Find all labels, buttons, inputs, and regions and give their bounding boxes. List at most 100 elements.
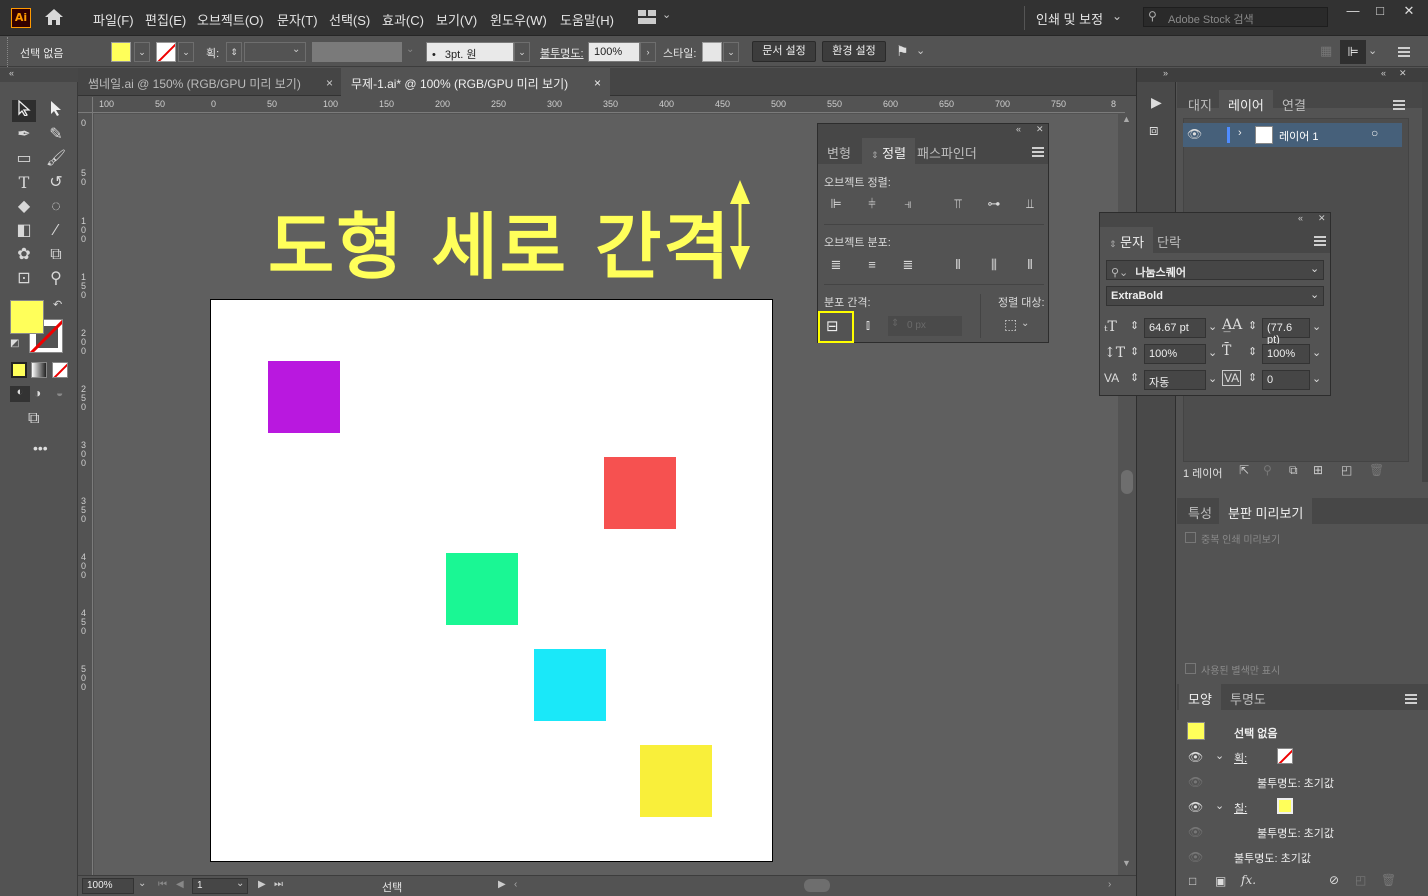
document-setup-button[interactable]: 문서 설정 (752, 41, 816, 62)
workspace-switcher[interactable]: 인쇄 및 보정 (1036, 9, 1103, 28)
trash-icon[interactable]: 🗑 (1369, 463, 1384, 477)
chevron-down-icon[interactable]: ⌄ (406, 44, 414, 55)
vertical-scale-field[interactable]: 100% (1144, 344, 1206, 364)
visibility-eye-icon[interactable]: 👁 (1188, 825, 1203, 839)
none-mode-icon[interactable] (52, 362, 68, 378)
tab-paragraph[interactable]: 단락 (1148, 227, 1190, 253)
stroke-opacity-row[interactable]: 불투명도: 초기값 (1257, 775, 1334, 791)
layer-name[interactable]: 레이어 1 (1279, 128, 1319, 144)
close-icon[interactable]: ✕ (1396, 4, 1422, 20)
leading-stepper[interactable]: ⇕ (1248, 319, 1257, 332)
fill-opacity-row[interactable]: 불투명도: 초기값 (1257, 825, 1334, 841)
play-action-icon[interactable]: ▶ (1151, 94, 1162, 111)
target-icon[interactable]: ○ (1371, 126, 1378, 140)
direct-selection-tool-icon[interactable] (44, 100, 68, 122)
collapse-icon[interactable]: « (1016, 124, 1021, 134)
screen-mode-icon[interactable]: ⧉ (28, 410, 39, 428)
eraser-tool-icon[interactable]: ◆ (12, 196, 36, 218)
fill-color-box[interactable] (10, 300, 44, 334)
chevron-down-icon[interactable]: ⌄ (1112, 9, 1122, 23)
add-fill-icon[interactable]: ▣ (1215, 874, 1226, 888)
layer-row[interactable]: 👁 › 레이어 1 ○ (1183, 123, 1402, 147)
align-horizontal-center-icon[interactable]: ⫩ (862, 194, 882, 214)
add-stroke-icon[interactable]: □ (1189, 874, 1196, 888)
horizontal-ruler[interactable]: 100 50 0 50 100 150 200 250 300 350 400 … (93, 97, 1125, 113)
status-menu-icon[interactable]: ▶ (498, 879, 506, 890)
variable-width-profile[interactable] (312, 42, 402, 62)
collapse-icon[interactable]: « (1298, 213, 1303, 223)
tab-links[interactable]: 연결 (1273, 90, 1315, 116)
tracking-stepper[interactable]: ⇕ (1248, 371, 1257, 384)
warp-tool-icon[interactable]: ◌ (44, 196, 68, 218)
visibility-eye-icon[interactable]: 👁 (1188, 800, 1203, 814)
select-similar-icon[interactable]: ⚑ (896, 43, 909, 60)
draw-inside-icon[interactable]: ◒ (56, 386, 63, 400)
distribute-bottom-icon[interactable]: ≣ (898, 255, 918, 275)
tab-separations-preview[interactable]: 분판 미리보기 (1219, 498, 1313, 524)
menu-help[interactable]: 도움말(H) (560, 10, 614, 29)
graphic-style-swatch[interactable] (702, 42, 722, 62)
trash-icon[interactable]: 🗑 (1381, 873, 1396, 887)
align-grid-icon[interactable]: ▦ (1320, 43, 1332, 59)
chevron-down-icon[interactable]: ⌄ (1312, 320, 1321, 333)
home-icon[interactable] (44, 8, 64, 26)
fill-swatch[interactable] (111, 42, 131, 62)
chevron-right-icon[interactable]: › (640, 42, 656, 62)
tab-appearance[interactable]: 모양 (1179, 684, 1221, 710)
kerning-stepper[interactable]: ⇕ (1130, 371, 1139, 384)
new-sublayer-icon[interactable]: ⊞ (1313, 463, 1323, 477)
stock-search-box[interactable]: ⚲ Adobe Stock 검색 (1143, 7, 1328, 27)
leading-field[interactable]: (77.6 pt) (1262, 318, 1310, 346)
chevron-down-icon[interactable]: ⌄ (1312, 372, 1321, 385)
preferences-button[interactable]: 환경 설정 (822, 41, 886, 62)
chevron-down-icon[interactable]: ⌄ (916, 44, 925, 57)
panel-menu-icon[interactable] (1393, 100, 1405, 110)
stroke-row-label[interactable]: 획: (1234, 750, 1247, 766)
red-square[interactable] (604, 457, 676, 529)
menu-window[interactable]: 윈도우(W) (490, 10, 547, 29)
cyan-square[interactable] (534, 649, 606, 721)
prev-artboard-icon[interactable]: ◀ (176, 879, 184, 890)
green-square[interactable] (446, 553, 518, 625)
scroll-left-icon[interactable]: ‹ (514, 879, 517, 890)
curvature-tool-icon[interactable]: ✎ (44, 124, 68, 146)
scroll-thumb[interactable] (1121, 470, 1133, 494)
menu-select[interactable]: 선택(S) (329, 10, 370, 29)
scroll-up-icon[interactable]: ▲ (1122, 114, 1131, 124)
chevron-down-icon[interactable]: ⌄ (1310, 262, 1319, 275)
align-panel-icon[interactable]: ⊫ (1340, 40, 1366, 64)
last-artboard-icon[interactable]: ⏭ (274, 879, 283, 890)
clear-appearance-icon[interactable]: ⊘ (1329, 873, 1339, 887)
font-size-field[interactable]: 64.67 pt (1144, 318, 1206, 338)
overprint-checkbox[interactable] (1185, 532, 1196, 543)
rotate-tool-icon[interactable]: ↺ (44, 172, 68, 194)
distribute-right-icon[interactable]: ⫴ (1020, 255, 1040, 275)
rectangle-tool-icon[interactable]: ▭ (12, 148, 36, 170)
chevron-down-icon[interactable]: ⌄ (292, 44, 300, 55)
distribute-horizontal-center-icon[interactable]: ⫼ (984, 255, 1004, 275)
fill-row-label[interactable]: 칠: (1234, 800, 1247, 816)
zoom-tool-icon[interactable]: ⚲ (44, 268, 68, 290)
arrange-documents-icon[interactable] (638, 10, 656, 24)
symbol-sprayer-tool-icon[interactable]: ✿ (12, 244, 36, 266)
menu-file[interactable]: 파일(F) (93, 10, 134, 29)
ruler-origin[interactable] (78, 97, 93, 113)
close-icon[interactable]: × (594, 76, 601, 90)
panel-menu-icon[interactable] (1032, 147, 1044, 157)
purple-square[interactable] (268, 361, 340, 433)
visibility-eye-icon[interactable]: 👁 (1187, 127, 1202, 141)
chevron-down-icon[interactable]: ⌄ (1312, 346, 1321, 359)
duplicate-item-icon[interactable]: ◰ (1355, 873, 1366, 887)
visibility-eye-icon[interactable]: 👁 (1188, 775, 1203, 789)
gradient-tool-icon[interactable]: ◧ (12, 220, 36, 242)
panel-titlebar[interactable]: « ✕ (818, 124, 1048, 138)
tracking-field[interactable]: 0 (1262, 370, 1310, 390)
chevron-down-icon[interactable]: ⌄ (1215, 799, 1224, 812)
swap-colors-icon[interactable]: ↶ (53, 298, 62, 311)
vertical-distribute-space-button[interactable]: ⊟ (818, 311, 854, 343)
spacing-field[interactable]: ⇕ 0 px (888, 316, 962, 336)
draw-behind-icon[interactable]: ◑ (34, 386, 41, 400)
new-layer-icon[interactable]: ◰ (1341, 463, 1352, 477)
brush-definition[interactable]: • 3pt. 원 (426, 42, 514, 62)
maximize-icon[interactable]: □ (1367, 4, 1393, 20)
